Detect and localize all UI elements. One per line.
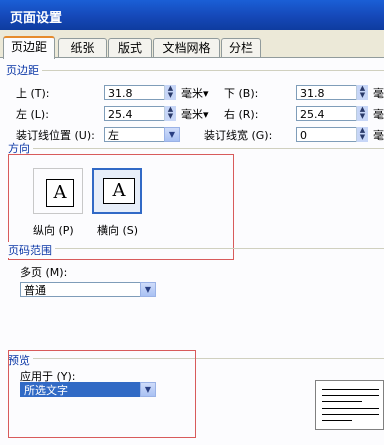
tab-document-grid[interactable]: 文档网格 bbox=[153, 38, 220, 57]
left-margin-unit: 毫米▾ bbox=[181, 108, 209, 121]
tab-paper[interactable]: 纸张 bbox=[58, 38, 107, 57]
gutter-position-dropdown-icon[interactable]: ▼ bbox=[164, 127, 180, 142]
tab-bar: 页边距 纸张 版式 文档网格 分栏 bbox=[0, 36, 384, 59]
gutter-spinner[interactable]: ▲ ▼ bbox=[356, 127, 368, 142]
right-margin-label: 右 (R): bbox=[224, 108, 259, 121]
gutter-label: 装订线宽 (G): bbox=[204, 129, 273, 142]
bottom-margin-spinner[interactable]: ▲ ▼ bbox=[356, 85, 368, 100]
window-title: 页面设置 bbox=[10, 11, 63, 26]
bottom-margin-label: 下 (B): bbox=[224, 87, 259, 100]
top-margin-unit: 毫米▾ bbox=[181, 87, 209, 100]
left-margin-spinner[interactable]: ▲ ▼ bbox=[164, 106, 176, 121]
top-margin-label: 上 (T): bbox=[16, 87, 50, 100]
tab-margins[interactable]: 页边距 bbox=[3, 36, 55, 59]
bottom-margin-unit: 毫米 bbox=[373, 87, 384, 100]
margins-section-label: 页边距 bbox=[6, 62, 42, 78]
preview-thumbnail bbox=[315, 380, 384, 430]
gutter-unit: 毫米 bbox=[373, 129, 384, 142]
page-setup-dialog: 页面设置 页边距 纸张 版式 文档网格 分栏 页边距 上 (T): 31.8 ▲… bbox=[0, 0, 384, 445]
top-margin-spinner[interactable]: ▲ ▼ bbox=[164, 85, 176, 100]
tab-layout[interactable]: 版式 bbox=[108, 38, 152, 57]
tab-columns[interactable]: 分栏 bbox=[221, 38, 261, 57]
right-margin-unit: 毫米 bbox=[373, 108, 384, 121]
left-margin-label: 左 (L): bbox=[16, 108, 49, 121]
title-bar: 页面设置 bbox=[0, 0, 384, 30]
multiple-pages-label: 多页 (M): bbox=[20, 266, 68, 279]
multiple-pages-select[interactable]: 普通 bbox=[20, 282, 156, 297]
pages-section-label: 页码范围 bbox=[8, 242, 55, 258]
multiple-pages-dropdown-icon[interactable]: ▼ bbox=[140, 282, 156, 297]
highlight-box-preview bbox=[8, 350, 196, 438]
right-margin-spinner[interactable]: ▲ ▼ bbox=[356, 106, 368, 121]
